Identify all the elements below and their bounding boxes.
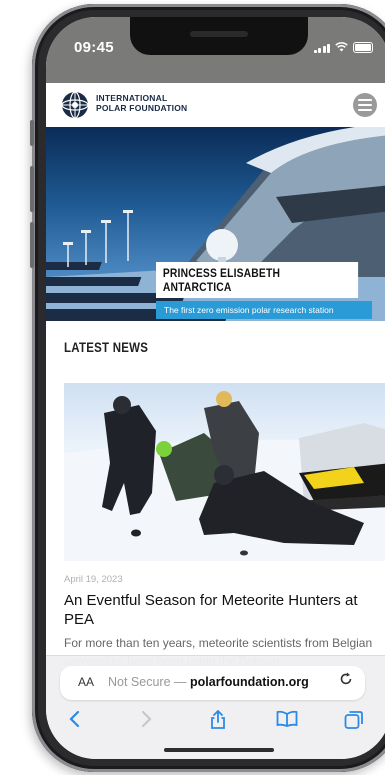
- menu-line: [358, 104, 372, 106]
- hero-subtitle: The first zero emission polar research s…: [156, 301, 372, 319]
- reader-aa-button[interactable]: AA: [78, 675, 94, 689]
- signal-icon: [313, 44, 330, 53]
- menu-line: [358, 109, 372, 111]
- status-icons: [313, 42, 373, 53]
- browser-toolbar: [46, 709, 385, 740]
- site-name-line2: POLAR FOUNDATION: [96, 103, 188, 113]
- silent-switch: [30, 120, 34, 146]
- article-date: April 19, 2023: [64, 574, 123, 585]
- wifi-icon: [335, 42, 348, 53]
- browser-bottom-bar: AA Not Secure — polarfoundation.org: [46, 655, 385, 759]
- speaker-grille: [190, 31, 248, 37]
- forward-icon[interactable]: [141, 710, 153, 733]
- url-separator: —: [174, 675, 187, 689]
- site-name[interactable]: INTERNATIONAL POLAR FOUNDATION: [96, 93, 187, 113]
- notch: [130, 17, 308, 55]
- article-title[interactable]: An Eventful Season for Meteorite Hunters…: [64, 591, 385, 629]
- site-name-line1: INTERNATIONAL: [96, 93, 168, 103]
- news-image[interactable]: [64, 383, 385, 561]
- reload-icon[interactable]: [339, 672, 353, 691]
- url-domain: polarfoundation.org: [190, 675, 309, 689]
- back-icon[interactable]: [68, 710, 80, 733]
- volume-up-button: [30, 166, 34, 212]
- share-icon[interactable]: [210, 709, 226, 735]
- menu-line: [358, 99, 372, 101]
- url-text[interactable]: Not Secure — polarfoundation.org: [108, 675, 309, 689]
- meteorite-hunters-photo: [64, 391, 385, 561]
- hamburger-menu-button[interactable]: [353, 93, 377, 117]
- hero-title: PRINCESS ELISABETH ANTARCTICA: [156, 262, 359, 298]
- status-bar: 09:45: [46, 17, 385, 83]
- tabs-icon[interactable]: [344, 710, 364, 735]
- battery-icon: [353, 42, 373, 53]
- globe-logo-icon[interactable]: [60, 90, 90, 120]
- site-header: INTERNATIONAL POLAR FOUNDATION: [46, 83, 385, 127]
- bookmarks-icon[interactable]: [276, 710, 298, 733]
- phone-screen: 09:45 INTERNATIONAL POLAR FOUNDATION PRI…: [46, 17, 385, 759]
- hero-caption: PRINCESS ELISABETH ANTARCTICA The first …: [156, 262, 385, 319]
- security-label: Not Secure: [108, 675, 171, 689]
- status-time: 09:45: [74, 39, 114, 56]
- address-bar[interactable]: AA Not Secure — polarfoundation.org: [60, 666, 365, 700]
- section-title: LATEST NEWS: [64, 339, 149, 355]
- hero-banner[interactable]: PRINCESS ELISABETH ANTARCTICA The first …: [46, 127, 385, 321]
- volume-down-button: [30, 222, 34, 268]
- home-indicator: [164, 748, 274, 752]
